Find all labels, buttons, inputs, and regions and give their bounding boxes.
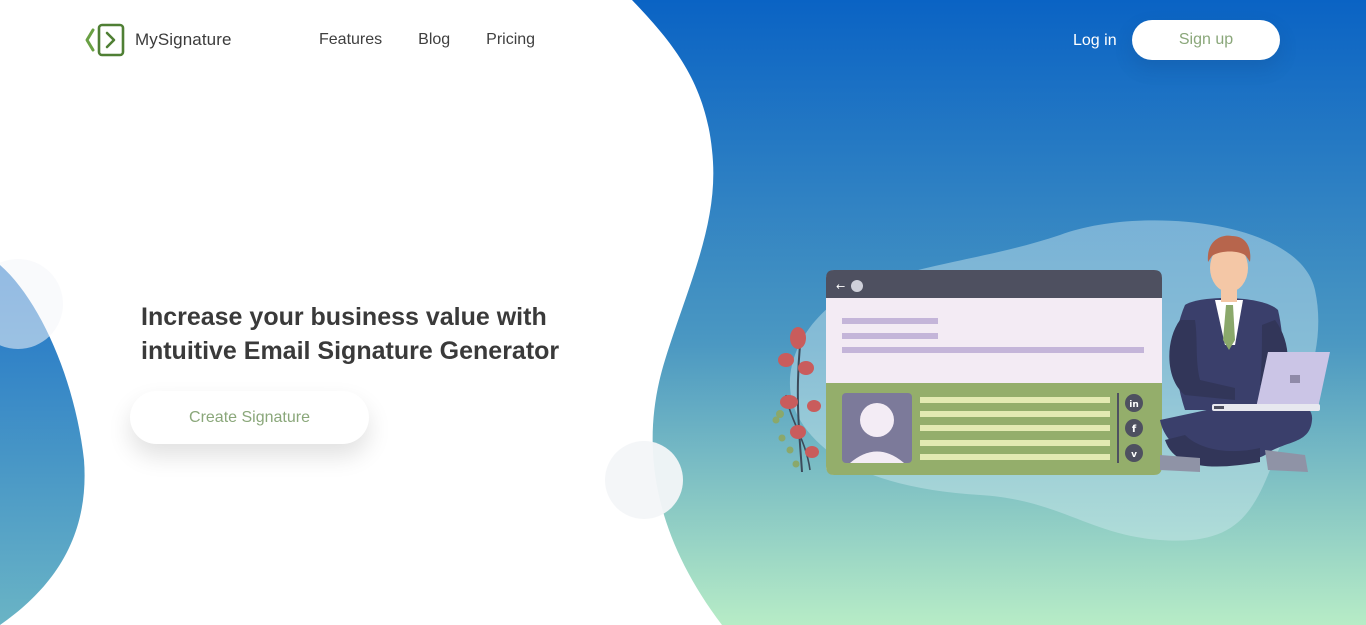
logo-link[interactable]: MySignature — [84, 23, 232, 57]
landing-page: MySignature Features Blog Pricing Log in… — [0, 0, 1366, 625]
left-decor-circle — [0, 259, 63, 349]
nav-item-features[interactable]: Features — [319, 31, 382, 49]
signup-button[interactable]: Sign up — [1132, 20, 1280, 60]
svg-text:f: f — [1132, 424, 1137, 435]
linkedin-icon: in — [1125, 394, 1143, 412]
hero-headline: Increase your business value with intuit… — [141, 300, 611, 368]
brand-name: MySignature — [135, 30, 232, 49]
svg-text:←: ← — [836, 280, 845, 293]
nav-item-blog[interactable]: Blog — [418, 31, 450, 49]
svg-text:in: in — [1129, 400, 1139, 410]
nav-item-pricing[interactable]: Pricing — [486, 31, 535, 49]
email-signature-card-illustration: ← in f v — [772, 235, 1330, 475]
businessman-figure — [1160, 235, 1330, 472]
vimeo-icon: v — [1125, 444, 1143, 462]
svg-text:v: v — [1131, 450, 1137, 460]
plant-decoration — [772, 327, 821, 473]
signature-card: ← in f v — [826, 270, 1162, 475]
main-nav: Features Blog Pricing — [319, 31, 571, 49]
facebook-icon: f — [1125, 419, 1143, 437]
code-bracket-logo-icon — [85, 23, 125, 57]
hero-headline-line-1: Increase your business value with — [141, 303, 547, 331]
center-decor-circle — [605, 441, 683, 519]
create-signature-button[interactable]: Create Signature — [130, 391, 369, 444]
login-link[interactable]: Log in — [1073, 32, 1117, 50]
hero-headline-line-2: intuitive Email Signature Generator — [141, 337, 560, 365]
